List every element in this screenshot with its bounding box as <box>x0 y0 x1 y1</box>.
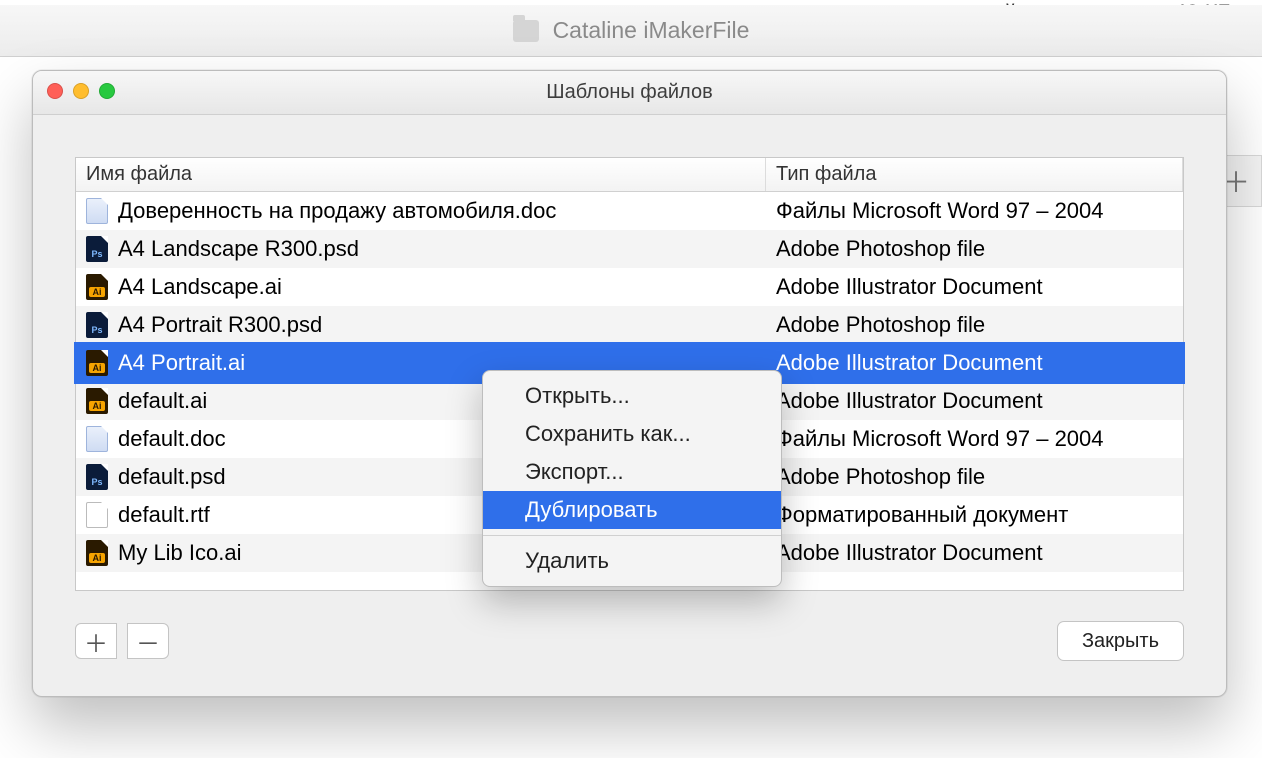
file-name: Доверенность на продажу автомобиля.doc <box>118 198 556 224</box>
file-icon-badge: Ps <box>89 249 105 259</box>
file-name: A4 Landscape.ai <box>118 274 282 300</box>
file-name: default.doc <box>118 426 226 452</box>
cell-type: Adobe Illustrator Document <box>766 350 1183 376</box>
column-header-name[interactable]: Имя файла <box>76 158 766 191</box>
table-row[interactable]: Ps A4 Landscape R300.psd Adobe Photoshop f… <box>76 230 1183 268</box>
ai-file-icon: Ai <box>86 540 108 566</box>
cell-type: Adobe Illustrator Document <box>766 540 1183 566</box>
remove-template-button[interactable]: － <box>127 623 169 659</box>
modal-title: Шаблоны файлов <box>546 81 712 104</box>
cell-name: Ai A4 Landscape.ai <box>76 274 766 300</box>
window-close-button[interactable] <box>47 83 63 99</box>
close-button-label: Закрыть <box>1082 630 1159 653</box>
psd-file-icon: Ps <box>86 464 108 490</box>
psd-file-icon: Ps <box>86 312 108 338</box>
cell-type: Adobe Photoshop file <box>766 312 1183 338</box>
background-title: Cataline iMakerFile <box>553 17 750 44</box>
file-name: default.psd <box>118 464 226 490</box>
doc-file-icon <box>86 426 108 452</box>
traffic-lights <box>47 83 115 99</box>
psd-file-icon: Ps <box>86 236 108 262</box>
file-name: default.rtf <box>118 502 210 528</box>
window-zoom-button[interactable] <box>99 83 115 99</box>
cell-name: Доверенность на продажу автомобиля.doc <box>76 198 766 224</box>
table-header: Имя файла Тип файла <box>76 158 1183 192</box>
table-row[interactable]: Доверенность на продажу автомобиля.doc Фа… <box>76 192 1183 230</box>
context-menu-item[interactable]: Экспорт... <box>483 453 781 491</box>
file-icon-badge: Ai <box>89 401 105 411</box>
file-icon-badge: Ai <box>89 287 105 297</box>
file-icon-badge: Ps <box>89 477 105 487</box>
cell-name: Ps A4 Landscape R300.psd <box>76 236 766 262</box>
file-name: A4 Portrait.ai <box>118 350 245 376</box>
context-menu: Открыть...Сохранить как...Экспорт...Дубл… <box>482 370 782 587</box>
table-row[interactable]: Ai A4 Landscape.ai Adobe Illustrator Docum… <box>76 268 1183 306</box>
plus-icon: ＋ <box>84 624 108 659</box>
modal-titlebar[interactable]: Шаблоны файлов <box>33 71 1226 115</box>
ai-file-icon: Ai <box>86 274 108 300</box>
file-name: My Lib Ico.ai <box>118 540 242 566</box>
cell-type: Файлы Microsoft Word 97 – 2004 <box>766 426 1183 452</box>
table-row[interactable]: Ps A4 Portrait R300.psd Adobe Photoshop fi… <box>76 306 1183 344</box>
context-menu-separator <box>483 535 781 536</box>
file-icon-badge: Ps <box>89 325 105 335</box>
context-menu-item[interactable]: Открыть... <box>483 377 781 415</box>
window-minimize-button[interactable] <box>73 83 89 99</box>
file-icon-badge: Ai <box>89 363 105 373</box>
minus-icon: － <box>136 624 160 659</box>
doc-file-icon <box>86 198 108 224</box>
file-name: A4 Portrait R300.psd <box>118 312 322 338</box>
cell-type: Adobe Illustrator Document <box>766 388 1183 414</box>
add-template-button[interactable]: ＋ <box>75 623 117 659</box>
file-name: default.ai <box>118 388 207 414</box>
cell-type: Файлы Microsoft Word 97 – 2004 <box>766 198 1183 224</box>
context-menu-item[interactable]: Дублировать <box>483 491 781 529</box>
rtf-file-icon <box>86 502 108 528</box>
folder-icon <box>513 20 539 42</box>
context-menu-item-delete[interactable]: Удалить <box>483 542 781 580</box>
modal-footer: ＋ － Закрыть <box>75 620 1184 662</box>
cell-type: Форматированный документ <box>766 502 1183 528</box>
file-name: A4 Landscape R300.psd <box>118 236 359 262</box>
context-menu-item[interactable]: Сохранить как... <box>483 415 781 453</box>
ai-file-icon: Ai <box>86 388 108 414</box>
ai-file-icon: Ai <box>86 350 108 376</box>
cell-type: Adobe Illustrator Document <box>766 274 1183 300</box>
add-remove-segment: ＋ － <box>75 623 169 659</box>
cell-name: Ps A4 Portrait R300.psd <box>76 312 766 338</box>
cell-type: Adobe Photoshop file <box>766 236 1183 262</box>
file-icon-badge: Ai <box>89 553 105 563</box>
background-titlebar: Cataline iMakerFile <box>0 5 1262 57</box>
cell-type: Adobe Photoshop file <box>766 464 1183 490</box>
column-header-type[interactable]: Тип файла <box>766 158 1183 191</box>
close-button[interactable]: Закрыть <box>1057 621 1184 661</box>
